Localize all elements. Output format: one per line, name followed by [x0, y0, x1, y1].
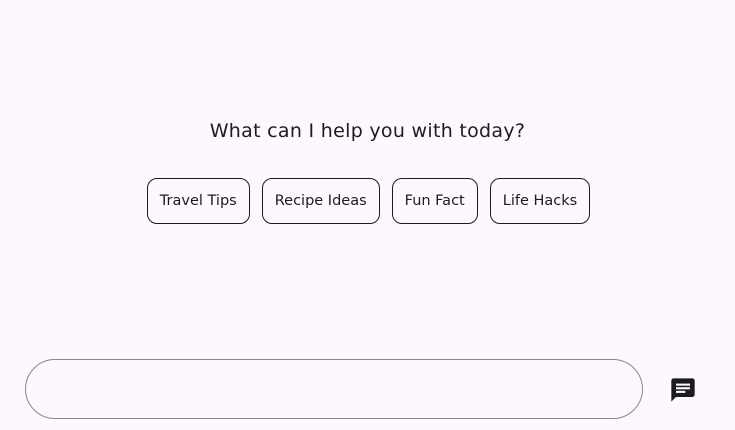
send-button[interactable]	[665, 372, 701, 408]
suggestion-chips: Travel Tips Recipe Ideas Fun Fact Life H…	[0, 178, 735, 224]
suggestion-chip-fun-fact[interactable]: Fun Fact	[391, 178, 478, 224]
message-input[interactable]	[26, 360, 642, 418]
chat-start-screen: What can I help you with today? Travel T…	[0, 0, 735, 430]
suggestion-chip-life-hacks[interactable]: Life Hacks	[489, 178, 591, 224]
chat-icon	[671, 378, 695, 402]
message-input-container	[25, 359, 643, 419]
page-title: What can I help you with today?	[209, 120, 526, 142]
suggestion-chip-travel-tips[interactable]: Travel Tips	[146, 178, 250, 224]
suggestion-chip-recipe-ideas[interactable]: Recipe Ideas	[261, 178, 380, 224]
